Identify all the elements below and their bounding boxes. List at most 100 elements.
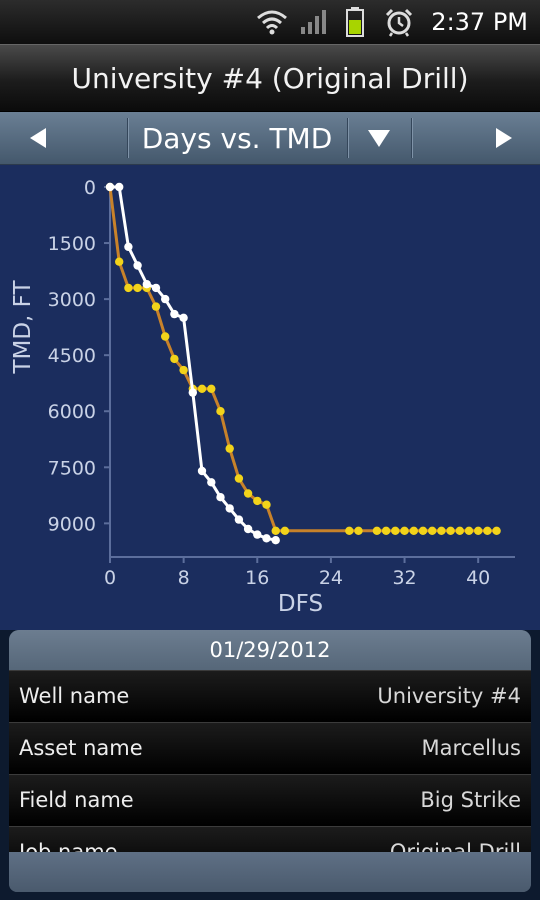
series-1-point (446, 526, 455, 535)
series-1-point (345, 526, 354, 535)
series-0-point (216, 493, 225, 502)
info-panel: 01/29/2012 Well name University #4 Asset… (9, 630, 531, 892)
series-1-point (243, 489, 253, 498)
panel-date: 01/29/2012 (9, 630, 531, 670)
series-1-point (428, 526, 437, 535)
series-1-point (372, 526, 382, 535)
series-1-point (437, 526, 446, 535)
series-0-point (161, 294, 170, 304)
series-0-point (105, 182, 115, 192)
y-tick-label: 9000 (48, 513, 96, 535)
panel-footer (9, 852, 531, 892)
series-1-point (455, 526, 464, 535)
series-0-point (133, 261, 142, 270)
row-value: Original Drill (389, 840, 521, 852)
x-tick-label: 32 (392, 567, 416, 589)
series-1-point (115, 257, 124, 266)
down-triangle-icon (368, 130, 390, 147)
series-1-line (108, 186, 497, 533)
row-label: Asset name (19, 736, 143, 760)
series-0-point (197, 466, 207, 476)
right-arrow-icon (496, 128, 512, 148)
series-0-point (225, 504, 234, 513)
series-1-point (418, 526, 428, 535)
series-1-point (197, 384, 207, 393)
page-title: University #4 (Original Drill) (0, 44, 540, 112)
series-1-point (253, 496, 262, 506)
series-0-point (179, 313, 188, 322)
series-1-point (483, 526, 492, 535)
x-tick-label: 0 (104, 567, 116, 589)
prev-chart-button[interactable] (0, 112, 76, 164)
days-vs-tmd-chart: 0 1500 3000 4500 6000 7500 9000 0 8 16 24 32 40 DFS TM… (10, 177, 515, 617)
series-1-point (124, 283, 133, 293)
info-row-field-name[interactable]: Field name Big Strike (9, 774, 531, 826)
series-1-point (179, 365, 188, 375)
series-1-point (492, 526, 501, 535)
row-value: Big Strike (420, 788, 521, 812)
signal-icon (300, 0, 328, 44)
x-tick-label: 40 (466, 567, 490, 589)
series-0-point (115, 182, 124, 192)
series-0-point (234, 515, 244, 524)
battery-level (349, 20, 361, 34)
series-0-point (253, 530, 262, 539)
battery-icon (346, 0, 364, 44)
row-label: Well name (19, 684, 130, 708)
series-1-point (409, 526, 418, 535)
left-arrow-icon (30, 128, 46, 148)
chart-selector-title[interactable]: Days vs. TMD (128, 112, 346, 164)
series-1-point (271, 526, 280, 535)
y-tick-label: 3000 (48, 289, 96, 311)
series-1-point (161, 332, 170, 341)
info-row-asset-name[interactable]: Asset name Marcellus (9, 722, 531, 774)
info-row-well-name[interactable]: Well name University #4 (9, 670, 531, 722)
series-1-point (262, 500, 271, 509)
info-list[interactable]: Well name University #4 Asset name Marce… (9, 670, 531, 852)
x-tick-label: 16 (245, 567, 269, 589)
series-1-point (151, 302, 161, 311)
next-chart-button[interactable] (468, 112, 540, 164)
series-1-point (474, 526, 483, 535)
status-time: 2:37 PM (431, 8, 528, 36)
row-label: Field name (19, 788, 134, 812)
x-tick-label: 24 (319, 567, 343, 589)
info-row-job-name[interactable]: Job name Original Drill (9, 826, 531, 852)
row-value: University #4 (377, 684, 521, 708)
series-1-point (354, 526, 363, 535)
series-0-point (271, 536, 280, 545)
row-label: Job name (19, 840, 118, 852)
series-0-point (124, 242, 133, 251)
series-1-point (280, 526, 290, 535)
chart-dropdown-button[interactable] (348, 112, 410, 164)
series-0-point (243, 524, 253, 534)
series-0-point (151, 283, 161, 293)
series-0-point (142, 280, 151, 289)
series-1-point (234, 474, 244, 483)
series-1-point (464, 526, 474, 535)
x-axis-label: DFS (278, 591, 323, 617)
series-0-point (188, 388, 197, 397)
series-1-point (391, 526, 400, 535)
series-0-line (110, 185, 277, 542)
row-value: Marcellus (421, 736, 521, 760)
x-tick-label: 8 (178, 567, 190, 589)
status-bar: 2:37 PM (0, 0, 540, 44)
series-0-point (262, 534, 271, 543)
series-1-point (207, 384, 216, 393)
y-tick-label: 0 (84, 177, 96, 199)
series-1-point (225, 444, 234, 453)
y-tick-label: 7500 (48, 457, 96, 479)
series-1-point (170, 354, 179, 364)
series-1-point (400, 526, 409, 535)
series-1-point (381, 526, 391, 535)
y-tick-label: 4500 (48, 345, 96, 367)
wifi-icon (256, 0, 288, 44)
y-axis-label: TMD, FT (10, 280, 36, 375)
alarm-icon (384, 0, 414, 44)
y-tick-label: 1500 (48, 233, 96, 255)
series-1-point (133, 283, 142, 293)
series-1-point (216, 407, 225, 416)
chart-nav-bar: Days vs. TMD (0, 112, 540, 165)
chart-area[interactable]: 0 1500 3000 4500 6000 7500 9000 0 8 16 24 32 40 DFS TM… (0, 165, 540, 630)
